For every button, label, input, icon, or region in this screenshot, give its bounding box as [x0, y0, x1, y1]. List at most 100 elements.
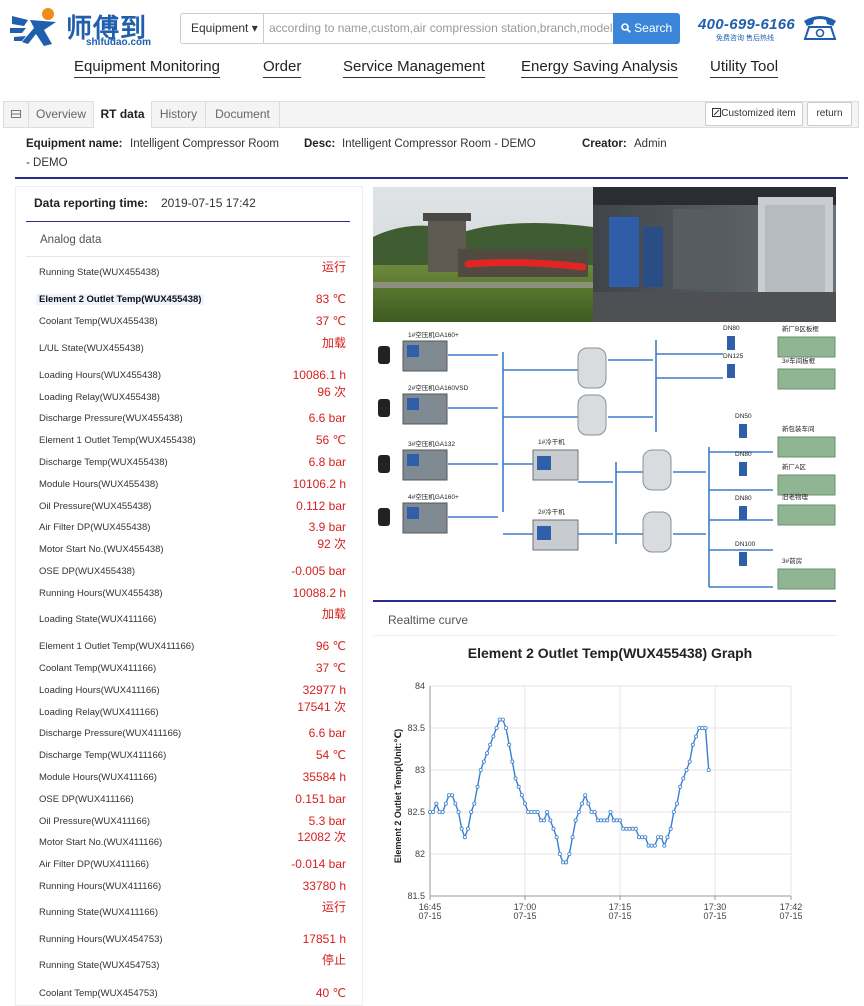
chart-data-point [693, 734, 698, 739]
chart-y-tick-label: 82.5 [407, 807, 425, 817]
collapse-toggle[interactable] [3, 101, 29, 128]
return-button[interactable]: return [807, 102, 852, 126]
flow-meter-icon [739, 506, 747, 520]
chart-data-point [475, 784, 480, 789]
equipment-name-value-cont: - DEMO [26, 157, 68, 169]
chart-y-tick-label: 83.5 [407, 723, 425, 733]
nav-energy-saving-analysis[interactable]: Energy Saving Analysis [521, 58, 678, 78]
controller-icon [378, 346, 390, 364]
hotline-subtitle: 免费咨询 售后热线 [716, 35, 774, 42]
data-row-value: 33780 h [302, 879, 346, 893]
workshop-icon [777, 436, 836, 458]
data-row-value: 96 次 [317, 385, 346, 399]
workshop-label: 3#前房 [782, 556, 802, 565]
tab-overview[interactable]: Overview [29, 101, 94, 128]
flow-meter-icon [739, 552, 747, 566]
workshop-icon [777, 368, 836, 390]
logo-figure-icon [10, 8, 56, 46]
chart-data-point [624, 826, 629, 831]
chart-data-point [481, 759, 486, 764]
dryer-label: 2#冷干机 [538, 507, 565, 516]
chart-data-point [595, 818, 600, 823]
dryer-panel-icon [537, 456, 551, 470]
workshop-label: 3#车间板框 [782, 356, 816, 365]
data-row-value: 运行 [321, 900, 346, 914]
equipment-name-label: Equipment name: [26, 138, 123, 150]
chart-data-point [586, 801, 591, 806]
search-category-select[interactable]: Equipment ▾ [180, 13, 264, 44]
data-row-value: 54 ℃ [315, 748, 346, 762]
chart-data-point [497, 717, 502, 722]
compressor-logo-icon [407, 454, 419, 466]
chart-data-point [573, 818, 578, 823]
data-row-name: Oil Pressure(WUX411166) [39, 816, 151, 827]
chart-data-point [567, 851, 572, 856]
chart-data-point [459, 826, 464, 831]
workshop-icon [777, 474, 836, 496]
data-row-value: 0.112 bar [296, 499, 346, 513]
data-row-value: -0.005 bar [291, 564, 346, 578]
tab-history[interactable]: History [152, 101, 206, 128]
chart-data-point [526, 809, 531, 814]
analog-divider [26, 256, 350, 257]
collapse-icon [10, 110, 21, 118]
data-row-name: Coolant Temp(WUX411166) [39, 663, 157, 674]
data-row-value: 停止 [321, 953, 346, 967]
data-row-name: Coolant Temp(WUX455438) [39, 316, 158, 327]
chart-data-point [519, 793, 524, 798]
data-row-name: Module Hours(WUX411166) [39, 772, 157, 783]
realtime-curve-tab[interactable]: Realtime curve [388, 613, 468, 627]
data-row-name: Air Filter DP(WUX411166) [39, 859, 149, 870]
nav-utility-tool[interactable]: Utility Tool [710, 58, 779, 78]
nav-equipment-monitoring[interactable]: Equipment Monitoring [74, 58, 220, 78]
data-row-value: 6.6 bar [308, 411, 346, 425]
data-row-name: Loading State(WUX411166) [39, 614, 157, 625]
phone-icon [803, 16, 837, 40]
hotline-number: 400-699-6166 [698, 16, 796, 33]
desc-value: Intelligent Compressor Room - DEMO [342, 138, 536, 150]
chart-data-point [671, 809, 676, 814]
chart-data-point [646, 843, 651, 848]
report-divider [26, 221, 350, 222]
nav-service-management[interactable]: Service Management [343, 58, 485, 78]
chart-data-point [510, 759, 515, 764]
data-row-value: 10088.2 h [292, 586, 346, 600]
chart-data-point [602, 818, 607, 823]
chart-data-point [478, 767, 483, 772]
chart-data-point [674, 801, 679, 806]
tab-rt-data[interactable]: RT data [94, 101, 152, 128]
data-row-value: 56 ℃ [315, 433, 346, 447]
flow-meter-icon [739, 462, 747, 476]
data-row-name: Discharge Pressure(WUX455438) [39, 413, 183, 424]
chart-data-point [681, 776, 686, 781]
logo-url: shifudao.com [86, 37, 152, 48]
chart-data-point [684, 767, 689, 772]
search-icon [621, 23, 631, 33]
chart-data-point [640, 835, 645, 840]
chart-data-point [649, 843, 654, 848]
chart-data-point [443, 801, 448, 806]
tab-document[interactable]: Document [206, 101, 280, 128]
search-button[interactable]: Search [613, 13, 680, 44]
data-row-name: Element 1 Outlet Temp(WUX455438) [39, 435, 196, 446]
customized-item-button[interactable]: Customized item [705, 102, 803, 126]
search-input[interactable]: according to name,custom,air compression… [263, 13, 614, 44]
chart-data-point [541, 818, 546, 823]
data-row-value: 35584 h [302, 770, 346, 784]
data-row-value: 40 ℃ [315, 986, 346, 1000]
data-row-value: 0.151 bar [295, 792, 346, 806]
workshop-icon [777, 504, 836, 526]
chart-data-point [551, 826, 556, 831]
chart-data-point [703, 726, 708, 731]
nav-order[interactable]: Order [263, 58, 302, 78]
chart-data-point [447, 793, 452, 798]
chart-data-point [548, 818, 553, 823]
chart-data-point [576, 809, 581, 814]
info-divider [15, 177, 848, 179]
chart-data-point [466, 826, 471, 831]
chart-data-point [598, 818, 603, 823]
data-row-value: 运行 [321, 260, 346, 274]
data-row-value: 6.8 bar [308, 455, 346, 469]
chart-x-tick-sublabel: 07-15 [703, 911, 726, 921]
chart-data-point [554, 835, 559, 840]
